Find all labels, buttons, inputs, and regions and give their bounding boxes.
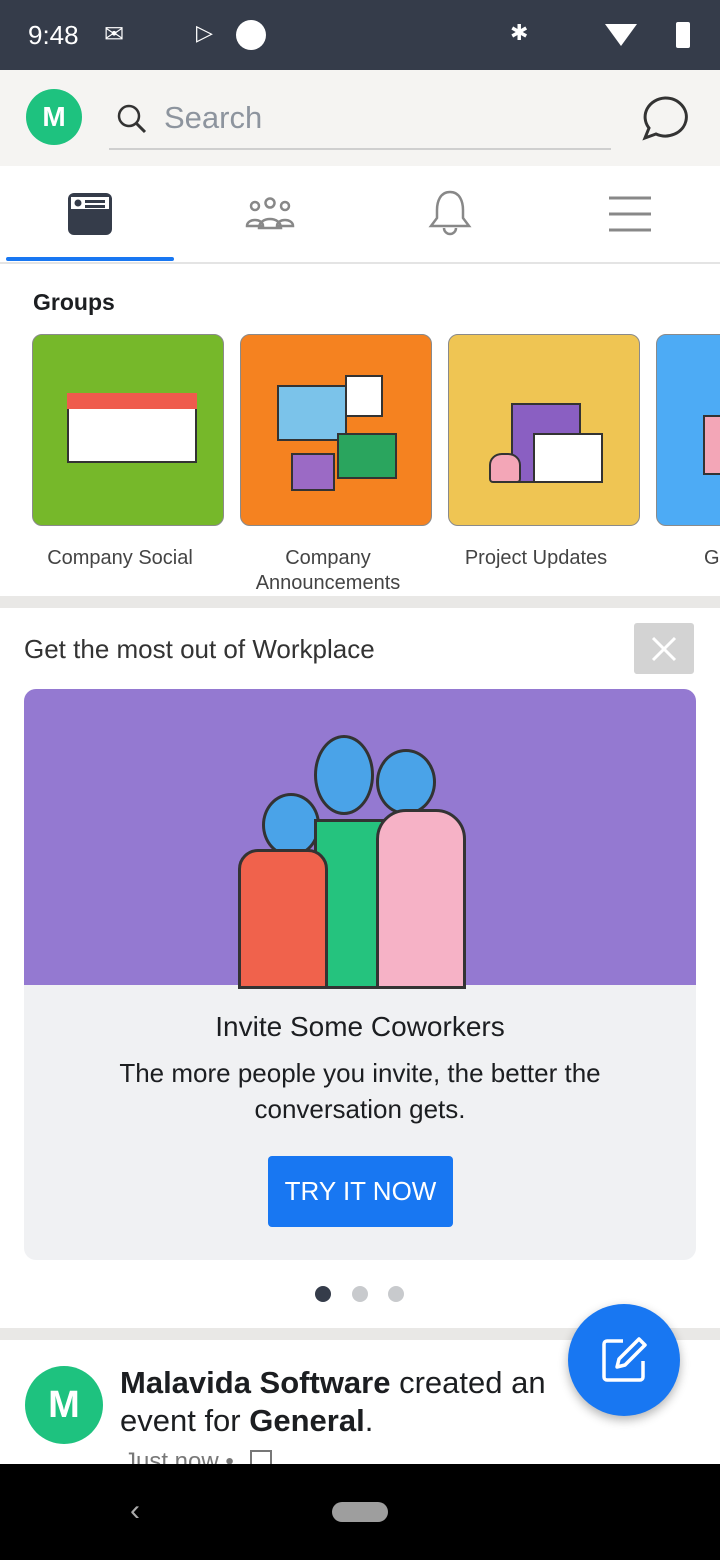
search-input[interactable]: Search	[109, 90, 611, 150]
group-card-project-updates[interactable]	[448, 334, 640, 526]
tab-menu[interactable]	[540, 166, 720, 262]
status-bar: 9:48 ✉ ▷ ✱	[0, 0, 720, 70]
gmail-icon: ✉	[104, 21, 125, 48]
carousel-dot-active[interactable]	[315, 1286, 331, 1302]
news-feed-icon	[68, 193, 112, 235]
tab-notifications[interactable]	[360, 166, 540, 262]
status-time: 9:48	[28, 20, 79, 50]
laptop-illustration	[703, 415, 720, 475]
navigation-bar: ‹	[0, 1464, 720, 1560]
group-card-partial[interactable]	[656, 334, 720, 526]
post-author-avatar[interactable]: M	[25, 1366, 103, 1444]
tab-groups[interactable]	[180, 166, 360, 262]
post-text: Malavida Software created an event for G…	[120, 1364, 570, 1440]
back-icon[interactable]: ‹	[130, 1494, 140, 1528]
person-head	[314, 735, 374, 815]
person-body	[376, 809, 466, 989]
messenger-icon[interactable]	[640, 94, 690, 144]
compose-button[interactable]	[568, 1304, 680, 1416]
search-icon	[117, 104, 147, 134]
top-bar: M Search	[0, 70, 720, 166]
bluetooth-icon: ✱	[510, 20, 529, 45]
play-store-icon: ▷	[196, 20, 213, 45]
wifi-icon	[605, 24, 637, 46]
trophy-illustration	[337, 433, 397, 479]
home-button[interactable]	[332, 1502, 388, 1522]
compose-icon	[602, 1337, 647, 1382]
group-card-company-announcements[interactable]	[240, 334, 432, 526]
promo-heading: Invite Some Coworkers	[215, 1011, 505, 1042]
drawer-illustration	[533, 433, 603, 483]
post-author[interactable]: Malavida Software	[120, 1365, 390, 1400]
post-group[interactable]: General	[249, 1403, 364, 1438]
group-label: G	[704, 547, 720, 569]
coworkers-illustration	[24, 689, 696, 989]
close-button[interactable]	[634, 623, 694, 674]
groups-title: Groups	[33, 289, 115, 315]
active-tab-indicator	[6, 257, 174, 261]
person-head	[376, 749, 436, 815]
promo-section-title: Get the most out of Workplace	[24, 634, 375, 664]
tab-bar	[0, 166, 720, 264]
close-icon	[651, 636, 677, 661]
group-card-company-social[interactable]	[32, 334, 224, 526]
app-notification-icon	[236, 20, 266, 50]
promo-body: The more people you invite, the better t…	[119, 1058, 601, 1124]
promo-card: Invite Some Coworkers The more people yo…	[24, 689, 696, 1260]
try-it-now-button[interactable]: TRY IT NOW	[268, 1156, 453, 1227]
groups-icon	[245, 197, 295, 230]
group-label: Company Announcements	[255, 547, 401, 594]
person-body	[238, 849, 328, 989]
section-divider	[0, 596, 720, 608]
medal-illustration	[291, 453, 335, 491]
profile-avatar[interactable]: M	[26, 89, 82, 145]
person-head	[262, 793, 320, 857]
target-illustration	[345, 375, 383, 417]
bell-icon	[428, 190, 472, 236]
menu-icon	[609, 196, 651, 232]
tab-news-feed[interactable]	[0, 166, 180, 262]
plant-illustration	[489, 453, 521, 483]
carousel-dot[interactable]	[388, 1286, 404, 1302]
carousel-dot[interactable]	[352, 1286, 368, 1302]
calendar-header	[67, 393, 197, 409]
post-end: .	[364, 1403, 374, 1438]
group-label: Company Social	[47, 547, 193, 569]
battery-icon	[676, 22, 690, 48]
search-placeholder: Search	[164, 100, 263, 135]
group-label: Project Updates	[464, 547, 608, 569]
